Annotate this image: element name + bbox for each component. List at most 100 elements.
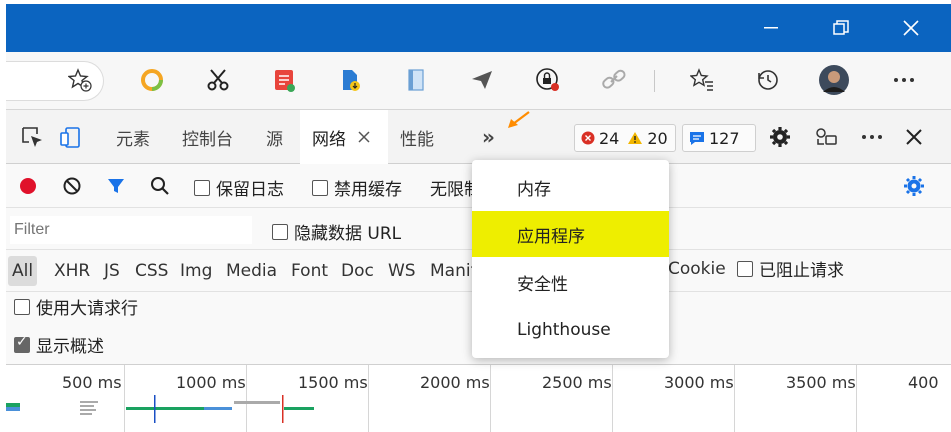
- browser-toolbar: [6, 52, 951, 110]
- book-icon: [408, 69, 424, 91]
- preserve-log-label: 保留日志: [216, 180, 284, 200]
- big-request-rows-checkbox[interactable]: 使用大请求行: [14, 294, 138, 319]
- profile-button[interactable]: [816, 62, 852, 98]
- download-doc-button[interactable]: [332, 62, 368, 98]
- paper-plane-icon: [472, 71, 492, 89]
- favorites-list-icon: [690, 68, 713, 91]
- tab-sources[interactable]: 源: [266, 110, 283, 164]
- filter-input[interactable]: [10, 216, 252, 244]
- error-count: 24: [599, 128, 620, 148]
- type-font[interactable]: Font: [291, 250, 328, 292]
- record-icon: [20, 178, 36, 194]
- timeline-gridline: [734, 365, 735, 432]
- checkbox-box[interactable]: [312, 179, 328, 196]
- device-icon: [60, 127, 80, 148]
- menu-item-security[interactable]: 安全性: [472, 259, 669, 305]
- checkbox-box[interactable]: [737, 260, 753, 277]
- clear-button[interactable]: [54, 168, 90, 204]
- menu-item-memory[interactable]: 内存: [472, 164, 669, 210]
- checkbox-box[interactable]: [194, 179, 210, 196]
- devtools-more-button[interactable]: [854, 119, 890, 155]
- timeline-waterfall: [6, 395, 314, 423]
- screenshot-button[interactable]: [200, 62, 236, 98]
- type-css[interactable]: CSS: [135, 250, 168, 292]
- checkbox-box[interactable]: [14, 298, 30, 315]
- search-button[interactable]: [142, 168, 178, 204]
- menu-item-application[interactable]: 应用程序: [472, 211, 669, 257]
- window-titlebar: [6, 4, 951, 52]
- disable-cache-label: 禁用缓存: [334, 180, 402, 200]
- preserve-log-checkbox[interactable]: 保留日志: [194, 175, 284, 200]
- privacy-extension-button[interactable]: [530, 62, 566, 98]
- timeline-tick-label: 2500 ms: [542, 373, 612, 392]
- disable-cache-checkbox[interactable]: 禁用缓存: [312, 175, 402, 200]
- timeline-tick-label: 400: [908, 373, 939, 392]
- connected-devices-icon: [816, 128, 837, 145]
- gear-icon: [904, 176, 924, 196]
- link-icon: [602, 69, 626, 89]
- tab-network-label: 网络: [312, 129, 346, 150]
- restore-icon: [833, 20, 849, 35]
- timeline-tick-label: 3000 ms: [664, 373, 734, 392]
- extension-ring-button[interactable]: [134, 62, 170, 98]
- type-ws[interactable]: WS: [388, 250, 416, 292]
- avatar: [819, 65, 849, 95]
- tab-console[interactable]: 控制台: [182, 110, 233, 164]
- send-button[interactable]: [464, 62, 500, 98]
- blocked-cookies-label: Cookie: [668, 259, 726, 279]
- notes-extension-button[interactable]: [266, 62, 302, 98]
- history-button[interactable]: [750, 62, 786, 98]
- type-doc[interactable]: Doc: [341, 250, 374, 292]
- add-favorite-button[interactable]: [62, 62, 98, 98]
- show-overview-label: 显示概述: [36, 337, 104, 357]
- checkbox-box[interactable]: [14, 334, 30, 353]
- inspect-element-button[interactable]: [14, 119, 50, 155]
- favorites-button[interactable]: [684, 62, 720, 98]
- reader-button[interactable]: [398, 62, 434, 98]
- feedback-button[interactable]: [808, 119, 844, 155]
- menu-item-lighthouse[interactable]: Lighthouse: [472, 307, 669, 353]
- type-img[interactable]: Img: [180, 250, 212, 292]
- link-button[interactable]: [596, 62, 632, 98]
- messages-badge[interactable]: 127: [682, 124, 756, 152]
- tab-elements[interactable]: 元素: [116, 110, 150, 164]
- scissors-icon: [207, 69, 229, 91]
- blocked-requests-label: 已阻止请求: [759, 261, 844, 281]
- checkbox-box[interactable]: [272, 223, 288, 240]
- filter-icon: [108, 179, 124, 193]
- type-media[interactable]: Media: [226, 250, 277, 292]
- hide-data-urls-checkbox[interactable]: 隐藏数据 URL: [272, 219, 401, 244]
- show-overview-checkbox[interactable]: 显示概述: [14, 332, 104, 357]
- hide-data-urls-label: 隐藏数据 URL: [294, 224, 402, 244]
- warning-icon: [628, 132, 643, 144]
- filter-toggle-button[interactable]: [98, 168, 134, 204]
- type-all[interactable]: All: [8, 256, 38, 286]
- more-tabs-button[interactable]: »: [482, 110, 495, 164]
- type-manifest[interactable]: Manifest: [430, 250, 474, 292]
- type-js[interactable]: JS: [104, 250, 120, 292]
- type-xhr[interactable]: XHR: [54, 250, 90, 292]
- device-emulation-button[interactable]: [52, 119, 88, 155]
- devtools-settings-button[interactable]: [762, 119, 798, 155]
- restore-button[interactable]: [818, 4, 864, 52]
- minimize-button[interactable]: [748, 4, 794, 52]
- record-button[interactable]: [10, 168, 46, 204]
- close-window-button[interactable]: [888, 4, 934, 52]
- blocked-requests-checkbox[interactable]: 已阻止请求: [737, 256, 844, 281]
- devtools-tab-strip: 元素 控制台 源 网络 性能 » 24 20 127: [6, 110, 951, 165]
- pointer-arrow-icon: [508, 111, 530, 128]
- timeline-overview[interactable]: 500 ms 1000 ms 1500 ms 2000 ms 2500 ms 3…: [6, 364, 951, 432]
- close-devtools-button[interactable]: [896, 119, 932, 155]
- tab-performance[interactable]: 性能: [400, 110, 434, 164]
- network-settings-button[interactable]: [896, 168, 932, 204]
- gear-icon: [770, 127, 790, 147]
- settings-more-button[interactable]: [886, 62, 922, 98]
- ring-extension-icon: [141, 69, 163, 91]
- close-icon: [906, 129, 922, 145]
- timeline-tick-label: 3500 ms: [786, 373, 856, 392]
- timeline-gridline: [856, 365, 857, 432]
- issues-badge[interactable]: 24 20: [574, 124, 676, 152]
- tab-network[interactable]: 网络: [300, 110, 388, 165]
- toolbar-separator: [654, 70, 655, 92]
- close-tab-icon[interactable]: [358, 131, 370, 143]
